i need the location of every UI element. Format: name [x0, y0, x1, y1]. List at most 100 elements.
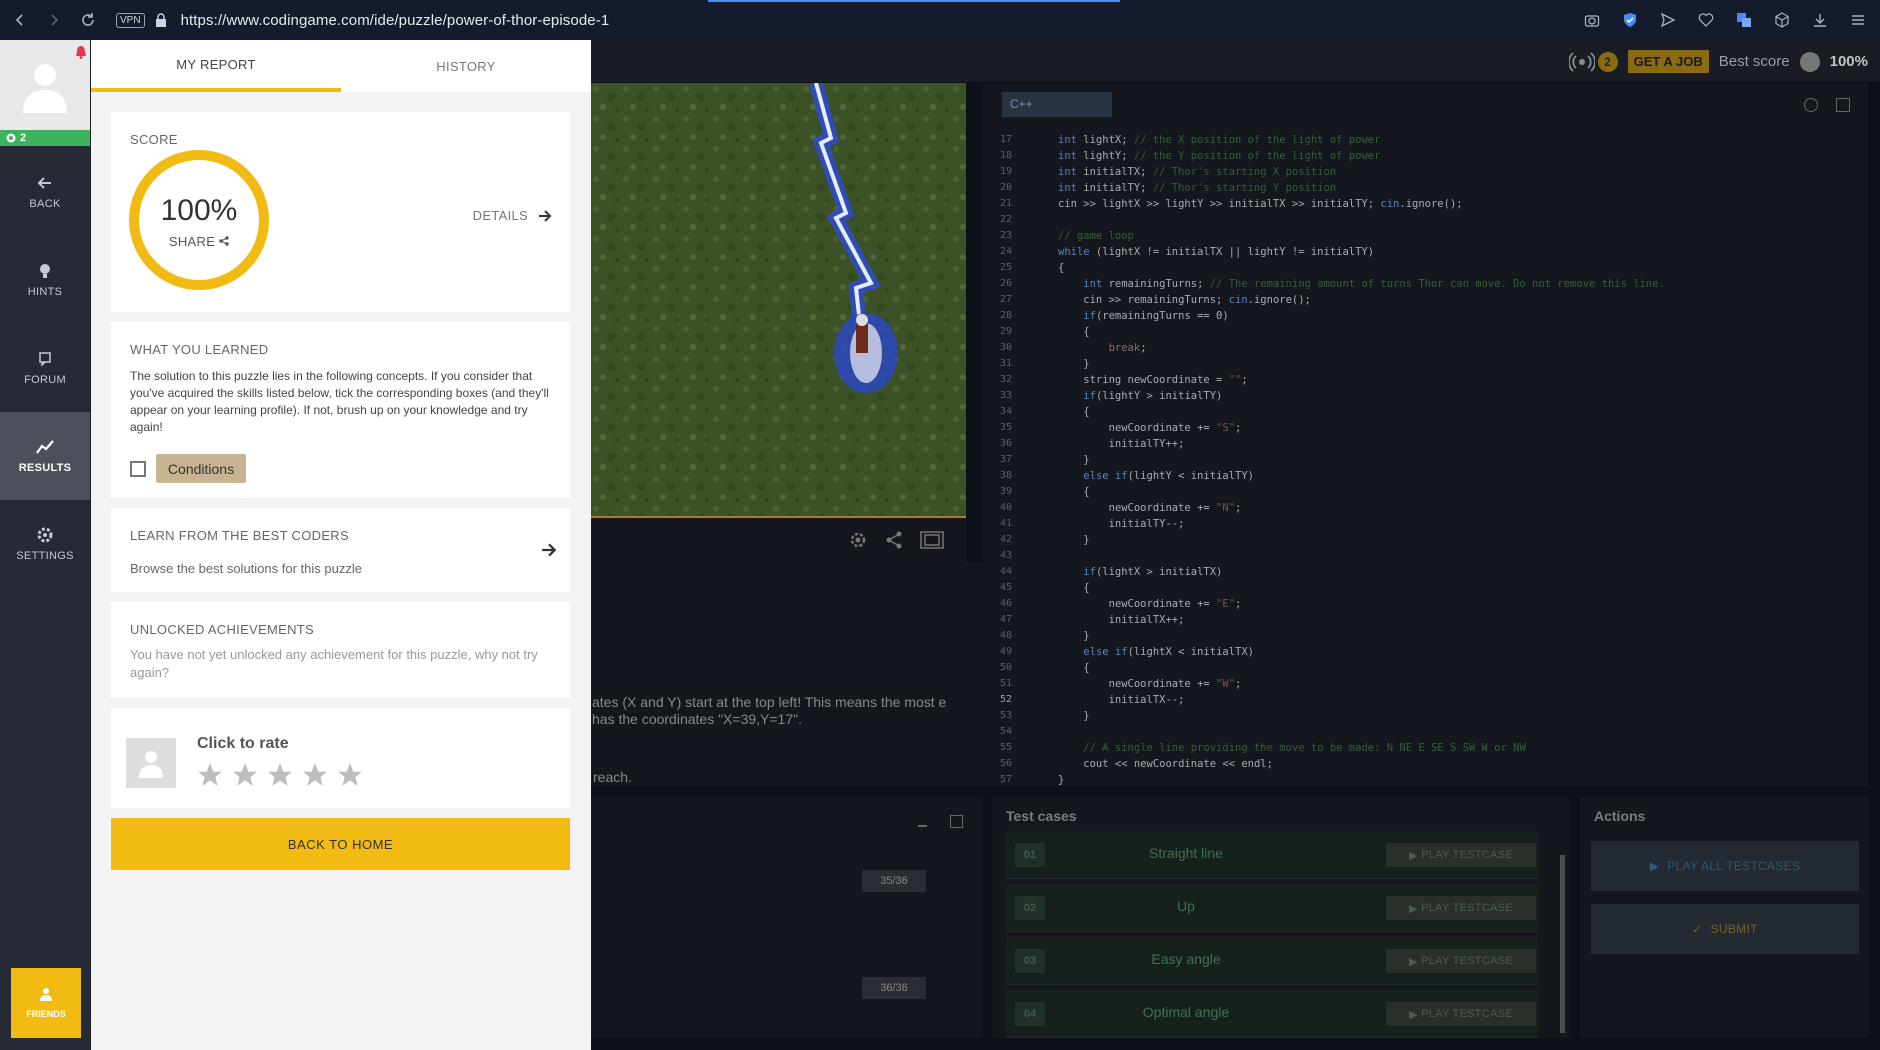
shield-icon[interactable]: [1618, 8, 1642, 32]
level-icon: [6, 133, 16, 143]
star-icon[interactable]: [197, 762, 223, 788]
play-testcase-label: PLAY TESTCASE: [1421, 902, 1514, 914]
check-icon: ✓: [1692, 922, 1703, 936]
line-number: 52: [999, 694, 1012, 705]
test-case-row[interactable]: 04 Optimal angle ▶ PLAY TESTCASE: [1006, 990, 1538, 1038]
test-case-name: Optimal angle: [1142, 1004, 1230, 1020]
best-score-value: 100%: [1829, 53, 1868, 70]
translate-icon[interactable]: [1732, 8, 1756, 32]
nav-settings[interactable]: SETTINGS: [0, 500, 90, 588]
cube-icon[interactable]: [1770, 8, 1794, 32]
details-label: DETAILS: [472, 208, 528, 223]
send-icon[interactable]: [1656, 8, 1680, 32]
best-score-icon: [1799, 51, 1820, 72]
line-number: 42: [999, 534, 1012, 545]
play-testcase-button[interactable]: ▶ PLAY TESTCASE: [1386, 896, 1536, 920]
level-value: 2: [20, 132, 27, 144]
line-number: 34: [999, 406, 1012, 417]
game-viewer[interactable]: [591, 83, 966, 518]
test-case-row[interactable]: 03 Easy angle ▶ PLAY TESTCASE: [1006, 937, 1538, 985]
get-a-job-button[interactable]: GET A JOB: [1627, 50, 1709, 73]
game-scene-image: [591, 83, 966, 518]
details-link[interactable]: DETAILS: [473, 208, 552, 223]
address-bar[interactable]: https://www.codingame.com/ide/puzzle/pow…: [181, 12, 610, 29]
star-icon[interactable]: [232, 762, 258, 788]
concept-checkbox[interactable]: [130, 461, 146, 477]
line-number: 47: [999, 614, 1012, 625]
line-number: 43: [999, 550, 1012, 561]
heart-icon[interactable]: [1694, 8, 1718, 32]
best-coders-card[interactable]: LEARN FROM THE BEST CODERS Browse the be…: [111, 508, 570, 592]
line-number: 31: [999, 358, 1012, 369]
gear-icon[interactable]: [848, 530, 868, 550]
test-cases-scrollbar[interactable]: [1560, 855, 1565, 1033]
tab-my-report[interactable]: MY REPORT: [91, 40, 341, 92]
achievements-card: UNLOCKED ACHIEVEMENTS You have not yet u…: [111, 602, 570, 698]
line-number: 40: [999, 502, 1012, 513]
share-button[interactable]: SHARE: [127, 234, 271, 249]
gear-icon: [37, 527, 53, 543]
play-testcase-label: PLAY TESTCASE: [1421, 955, 1514, 967]
test-case-name: Straight line: [1149, 845, 1223, 861]
star-icon[interactable]: [267, 762, 293, 788]
chart-line-icon: [36, 440, 54, 454]
menu-icon[interactable]: [1846, 8, 1870, 32]
line-number: 17: [999, 134, 1012, 145]
nav-hints[interactable]: HINTS: [0, 236, 90, 324]
star-icon[interactable]: [337, 762, 363, 788]
achievements-description: You have not yet unlocked any achievemen…: [130, 647, 538, 680]
play-testcase-button[interactable]: ▶ PLAY TESTCASE: [1386, 949, 1536, 973]
share-icon[interactable]: [884, 530, 904, 550]
tab-history[interactable]: HISTORY: [341, 40, 591, 92]
play-testcase-button[interactable]: ▶ PLAY TESTCASE: [1386, 843, 1536, 867]
line-number: 53: [999, 710, 1012, 721]
nav-back[interactable]: BACK: [0, 148, 90, 236]
test-case-number: 01: [1015, 843, 1045, 867]
points-badge[interactable]: 2: [1568, 51, 1618, 72]
notification-bell-icon[interactable]: [75, 45, 87, 59]
nav-back-label: BACK: [29, 198, 61, 210]
test-case-row[interactable]: 01 Straight line ▶ PLAY TESTCASE: [1006, 831, 1538, 879]
vpn-badge[interactable]: VPN: [116, 12, 145, 28]
nav-results[interactable]: RESULTS: [0, 412, 90, 500]
line-number: 48: [999, 630, 1012, 641]
camera-icon[interactable]: [1580, 8, 1604, 32]
line-number: 24: [999, 246, 1012, 257]
maximize-editor-icon[interactable]: [1836, 98, 1850, 112]
line-number: 50: [999, 662, 1012, 673]
line-number: 35: [999, 422, 1012, 433]
concept-tag[interactable]: Conditions: [156, 454, 246, 483]
friends-label: FRIENDS: [26, 1009, 66, 1019]
nav-forum[interactable]: FORUM: [0, 324, 90, 412]
line-number: 23: [999, 230, 1012, 241]
lightbulb-icon: [40, 264, 50, 278]
user-silhouette-icon: [139, 751, 163, 778]
rating-stars: [197, 762, 363, 788]
statement-panel: [591, 562, 983, 786]
forward-nav-button[interactable]: [40, 6, 68, 34]
maximize-icon[interactable]: [950, 815, 963, 828]
minimize-icon[interactable]: [918, 825, 927, 827]
play-all-testcases-button[interactable]: ▶ PLAY ALL TESTCASES: [1591, 841, 1859, 891]
play-testcase-button[interactable]: ▶ PLAY TESTCASE: [1386, 1002, 1536, 1026]
line-number: 36: [999, 438, 1012, 449]
language-select[interactable]: C++: [1002, 92, 1112, 117]
star-icon[interactable]: [302, 762, 328, 788]
download-icon[interactable]: [1808, 8, 1832, 32]
nav-hints-label: HINTS: [27, 286, 63, 298]
line-number: 33: [999, 390, 1012, 401]
code-content[interactable]: int lightX; // the X position of the lig…: [1058, 132, 1665, 788]
learned-card: WHAT YOU LEARNED The solution to this pu…: [111, 322, 570, 498]
fullscreen-icon[interactable]: [920, 530, 944, 550]
reset-code-icon[interactable]: [1804, 98, 1818, 112]
friends-button[interactable]: FRIENDS: [11, 968, 81, 1038]
reload-button[interactable]: [74, 6, 102, 34]
back-nav-button[interactable]: [6, 6, 34, 34]
user-silhouette-icon: [23, 63, 67, 113]
submit-button[interactable]: ✓ SUBMIT: [1591, 904, 1859, 954]
back-to-home-button[interactable]: BACK TO HOME: [111, 818, 570, 870]
test-case-row[interactable]: 02 Up ▶ PLAY TESTCASE: [1006, 884, 1538, 932]
play-icon: ▶: [1408, 1008, 1422, 1021]
learned-description: The solution to this puzzle lies in the …: [130, 369, 549, 434]
share-icon: [219, 236, 229, 246]
